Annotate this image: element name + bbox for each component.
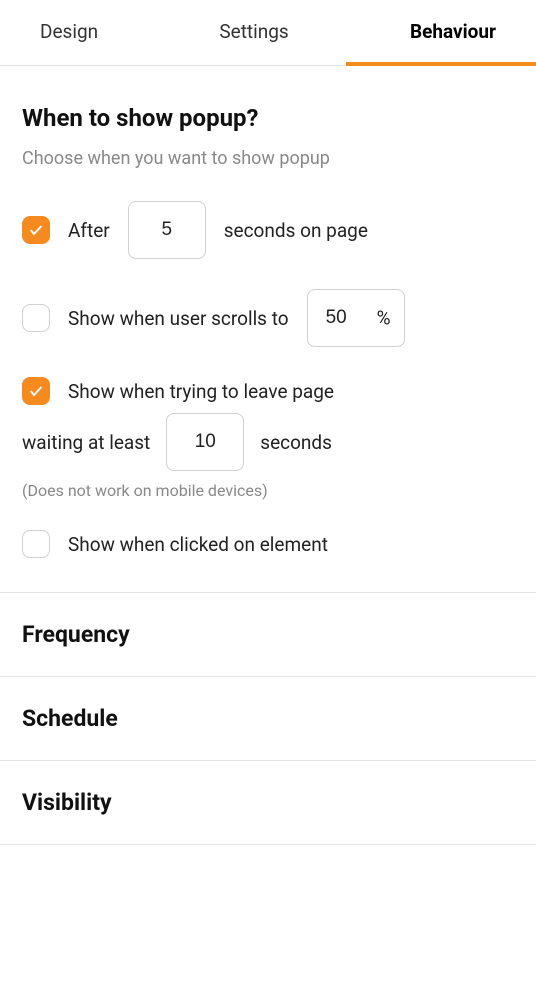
checkbox-scroll[interactable] — [22, 304, 50, 332]
section-title: When to show popup? — [22, 104, 514, 132]
visibility-title: Visibility — [22, 789, 514, 816]
after-suffix-label: seconds on page — [224, 219, 368, 242]
section-visibility[interactable]: Visibility — [0, 761, 536, 845]
leave-wait-suffix: seconds — [260, 431, 332, 454]
option-after-seconds: After seconds on page — [22, 201, 514, 259]
checkbox-click[interactable] — [22, 530, 50, 558]
click-label: Show when clicked on element — [68, 533, 328, 556]
after-seconds-input[interactable] — [128, 201, 206, 259]
tab-settings[interactable]: Settings — [219, 20, 288, 65]
leave-wait-row: waiting at least seconds — [22, 413, 514, 471]
scroll-label: Show when user scrolls to — [68, 307, 289, 330]
scroll-percent-input[interactable] — [307, 289, 405, 347]
leave-label: Show when trying to leave page — [68, 380, 334, 403]
active-tab-indicator — [346, 62, 536, 66]
when-to-show-section: When to show popup? Choose when you want… — [0, 66, 536, 593]
after-prefix-label: After — [68, 219, 110, 242]
leave-note: (Does not work on mobile devices) — [22, 481, 514, 500]
option-scroll-percent: Show when user scrolls to % — [22, 289, 514, 347]
section-description: Choose when you want to show popup — [22, 148, 514, 169]
check-icon — [28, 222, 44, 238]
schedule-title: Schedule — [22, 705, 514, 732]
option-leave-page: Show when trying to leave page — [22, 377, 514, 405]
leave-wait-prefix: waiting at least — [22, 431, 150, 454]
section-schedule[interactable]: Schedule — [0, 677, 536, 761]
tabs-bar: Design Settings Behaviour — [0, 0, 536, 66]
tab-behaviour[interactable]: Behaviour — [410, 20, 496, 65]
checkbox-leave[interactable] — [22, 377, 50, 405]
option-click-element: Show when clicked on element — [22, 530, 514, 558]
check-icon — [28, 383, 44, 399]
checkbox-after-seconds[interactable] — [22, 216, 50, 244]
tab-design[interactable]: Design — [40, 20, 98, 65]
section-frequency[interactable]: Frequency — [0, 593, 536, 677]
frequency-title: Frequency — [22, 621, 514, 648]
leave-wait-seconds-input[interactable] — [166, 413, 244, 471]
